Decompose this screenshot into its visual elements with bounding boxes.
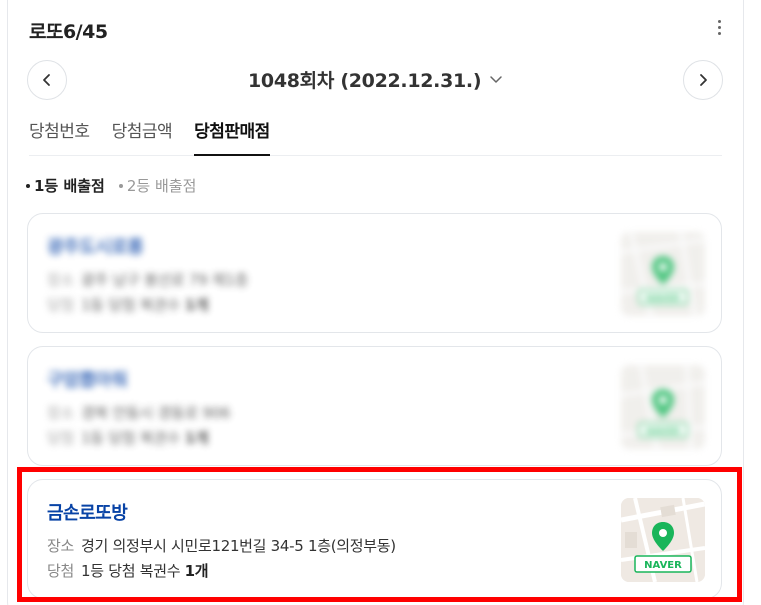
store-address: 경북 안동시 경동로 906 bbox=[81, 404, 231, 422]
rank-filter: 1등 배출점 2등 배출점 bbox=[26, 175, 196, 196]
tab-bar: 당첨번호 당첨금액 당첨판매점 bbox=[29, 115, 722, 156]
round-label: 1048회차 (2022.12.31.) bbox=[248, 70, 482, 92]
chevron-left-icon bbox=[43, 74, 50, 86]
more-vertical-icon bbox=[717, 19, 721, 23]
win-text: 1등 당첨 복권수 bbox=[81, 429, 181, 447]
win-text: 1등 당첨 복권수 bbox=[81, 562, 181, 580]
win-text: 1등 당첨 복권수 bbox=[81, 296, 181, 314]
address-label: 장소 bbox=[47, 404, 75, 422]
store-name[interactable]: 광주도시로롱 bbox=[47, 233, 144, 259]
store-name[interactable]: 금손로또방 bbox=[47, 499, 128, 525]
store-win-line: 당첨 1등 당첨 복권수 1개 bbox=[47, 560, 209, 581]
svg-text:NAVER: NAVER bbox=[646, 294, 680, 304]
store-content: 금손로또방 장소 경기 의정부시 시민로121번길 34-5 1층(의정부동) 당… bbox=[28, 480, 721, 598]
bullet-icon bbox=[118, 183, 123, 188]
store-map-thumbnail[interactable]: NAVER bbox=[621, 498, 705, 582]
store-address: 경기 의정부시 시민로121번길 34-5 1층(의정부동) bbox=[81, 537, 396, 555]
win-label: 당첨 bbox=[47, 562, 75, 580]
chevron-down-icon bbox=[490, 75, 502, 83]
win-count: 1개 bbox=[184, 562, 209, 580]
store-content: 광주도시로롱 장소 광주 남구 봉선로 79 제1층 당첨 1등 당첨 복권수 1개… bbox=[28, 214, 721, 332]
store-card[interactable]: 구암뽑아줘 장소 경북 안동시 경동로 906 당첨 1등 당첨 복권수 1개 NA… bbox=[27, 346, 722, 466]
subtab-first-prize[interactable]: 1등 배출점 bbox=[26, 175, 105, 196]
tab-winning-stores[interactable]: 당첨판매점 bbox=[194, 115, 270, 156]
store-card[interactable]: 금손로또방 장소 경기 의정부시 시민로121번길 34-5 1층(의정부동) 당… bbox=[27, 479, 722, 599]
round-selector[interactable]: 1048회차 (2022.12.31.) bbox=[248, 66, 503, 93]
store-win-line: 당첨 1등 당첨 복권수 1개 bbox=[47, 427, 209, 448]
store-map-thumbnail[interactable]: NAVER bbox=[621, 365, 705, 449]
store-card[interactable]: 광주도시로롱 장소 광주 남구 봉선로 79 제1층 당첨 1등 당첨 복권수 1개… bbox=[27, 213, 722, 333]
subtab-label: 2등 배출점 bbox=[126, 177, 197, 195]
store-address: 광주 남구 봉선로 79 제1층 bbox=[81, 271, 249, 289]
subtab-second-prize[interactable]: 2등 배출점 bbox=[118, 175, 197, 196]
svg-text:NAVER: NAVER bbox=[646, 427, 680, 437]
store-win-line: 당첨 1등 당첨 복권수 1개 bbox=[47, 294, 209, 315]
bullet-icon bbox=[26, 183, 30, 188]
card-title: 로또6/45 bbox=[29, 21, 108, 43]
more-menu-button[interactable] bbox=[708, 14, 730, 40]
store-address-line: 장소 경북 안동시 경동로 906 bbox=[47, 402, 230, 423]
map-graphic: NAVER bbox=[621, 365, 705, 449]
svg-text:NAVER: NAVER bbox=[644, 560, 682, 571]
chevron-right-icon bbox=[700, 74, 707, 86]
map-graphic: NAVER bbox=[621, 232, 705, 316]
win-count: 1개 bbox=[184, 296, 209, 314]
address-label: 장소 bbox=[47, 537, 75, 555]
tab-winning-numbers[interactable]: 당첨번호 bbox=[29, 115, 90, 156]
next-round-button[interactable] bbox=[683, 60, 723, 100]
win-label: 당첨 bbox=[47, 429, 75, 447]
store-name[interactable]: 구암뽑아줘 bbox=[47, 366, 128, 392]
previous-round-button[interactable] bbox=[27, 60, 67, 100]
map-graphic: NAVER bbox=[621, 498, 705, 582]
address-label: 장소 bbox=[47, 271, 75, 289]
store-map-thumbnail[interactable]: NAVER bbox=[621, 232, 705, 316]
store-address-line: 장소 광주 남구 봉선로 79 제1층 bbox=[47, 269, 248, 290]
win-label: 당첨 bbox=[47, 296, 75, 314]
win-count: 1개 bbox=[184, 429, 209, 447]
store-address-line: 장소 경기 의정부시 시민로121번길 34-5 1층(의정부동) bbox=[47, 535, 396, 556]
store-content: 구암뽑아줘 장소 경북 안동시 경동로 906 당첨 1등 당첨 복권수 1개 NA… bbox=[28, 347, 721, 465]
tab-prize-amount[interactable]: 당첨금액 bbox=[112, 115, 173, 156]
subtab-label: 1등 배출점 bbox=[34, 177, 105, 195]
